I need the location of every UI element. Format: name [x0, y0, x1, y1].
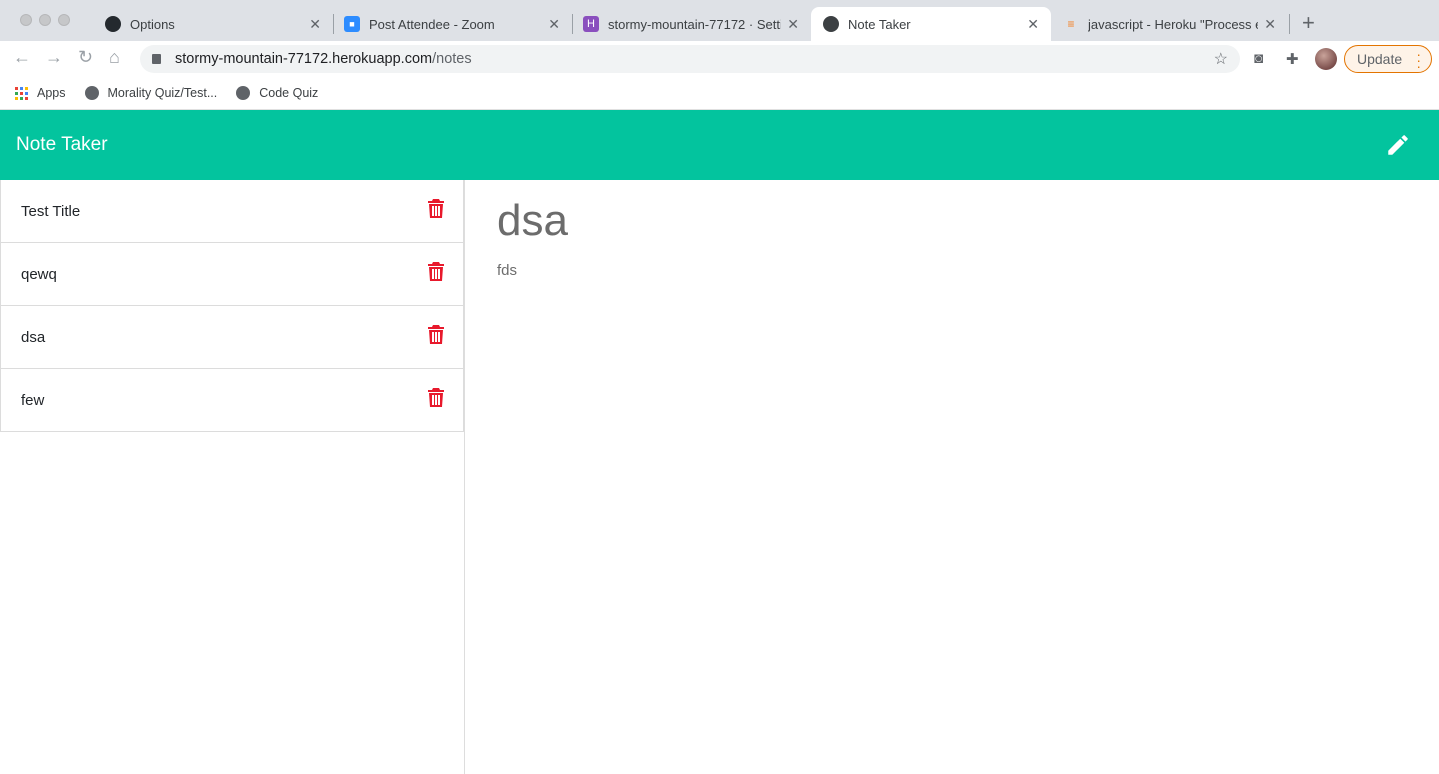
globe-icon — [236, 86, 251, 100]
extensions-puzzle-icon[interactable]: ✚ — [1286, 50, 1299, 68]
close-tab-icon[interactable]: ✕ — [1264, 16, 1276, 33]
close-tab-icon[interactable]: ✕ — [548, 16, 560, 33]
tab-zoom[interactable]: ■ Post Attendee - Zoom ✕ — [332, 7, 572, 41]
address-bar[interactable]: stormy-mountain-77172.herokuapp.com/note… — [140, 45, 1240, 73]
bookmark-star-icon[interactable]: ☆ — [1214, 49, 1228, 69]
globe-icon — [84, 86, 99, 100]
reload-button[interactable]: ↻ — [78, 47, 93, 68]
tab-heroku-settings[interactable]: Hstormy-mountain-77172 · Settings✕ — [571, 7, 811, 41]
lock-icon — [152, 54, 161, 64]
app-navbar: Note Taker — [0, 110, 1439, 180]
trash-icon[interactable] — [428, 262, 444, 285]
trash-icon[interactable] — [428, 325, 444, 348]
github-icon — [105, 16, 121, 32]
app-brand[interactable]: Note Taker — [16, 134, 108, 156]
minimize-window-button[interactable] — [39, 14, 51, 26]
note-item[interactable]: Test Title — [0, 180, 464, 243]
bookmarks-bar: Apps Morality Quiz/Test... Code Quiz — [0, 77, 1439, 110]
window-controls[interactable] — [20, 14, 70, 26]
forward-button[interactable]: → — [45, 47, 63, 68]
browser-toolbar: ← → ↻ ⌂ stormy-mountain-77172.herokuapp.… — [0, 41, 1439, 77]
bookmark-apps[interactable]: Apps — [15, 86, 66, 100]
note-item[interactable]: few — [0, 369, 464, 432]
tab-note-taker[interactable]: Note Taker ✕ — [811, 7, 1051, 41]
close-tab-icon[interactable]: ✕ — [309, 16, 321, 33]
close-window-button[interactable] — [20, 14, 32, 26]
apps-grid-icon — [15, 86, 28, 100]
stackoverflow-icon: ≡ — [1067, 17, 1075, 31]
new-note-pencil-icon[interactable] — [1385, 132, 1411, 163]
tab-stackoverflow[interactable]: ≡javascript - Heroku "Process exited✕ — [1051, 7, 1288, 41]
browser-tab-bar: Options ✕ ■ Post Attendee - Zoom ✕ Hstormy-… — [0, 0, 1439, 41]
note-text[interactable]: fds — [497, 262, 568, 279]
trash-icon[interactable] — [428, 199, 444, 222]
close-tab-icon[interactable]: ✕ — [1027, 16, 1039, 33]
note-view: dsa fds — [497, 180, 568, 279]
new-tab-button[interactable]: + — [1302, 10, 1315, 36]
tab-options[interactable]: Options ✕ — [93, 7, 333, 41]
notes-list: Test Title qewq dsa few — [0, 180, 465, 774]
note-item[interactable]: dsa — [0, 306, 464, 369]
update-button[interactable]: Update · · · — [1344, 45, 1432, 73]
bookmark-morality-quiz[interactable]: Morality Quiz/Test... — [84, 86, 217, 100]
bookmark-code-quiz[interactable]: Code Quiz — [236, 86, 318, 100]
profile-avatar[interactable] — [1315, 48, 1337, 70]
home-button[interactable]: ⌂ — [109, 47, 120, 68]
camera-icon[interactable]: ◙ — [1254, 50, 1263, 67]
zoom-window-button[interactable] — [58, 14, 70, 26]
globe-icon — [823, 16, 839, 32]
trash-icon[interactable] — [428, 388, 444, 411]
note-item[interactable]: qewq — [0, 243, 464, 306]
heroku-icon: H — [583, 16, 599, 32]
menu-dots-icon: · · · — [1416, 46, 1421, 74]
close-tab-icon[interactable]: ✕ — [787, 16, 799, 33]
back-button[interactable]: ← — [13, 47, 31, 68]
zoom-icon: ■ — [344, 16, 360, 32]
note-title[interactable]: dsa — [497, 196, 568, 246]
